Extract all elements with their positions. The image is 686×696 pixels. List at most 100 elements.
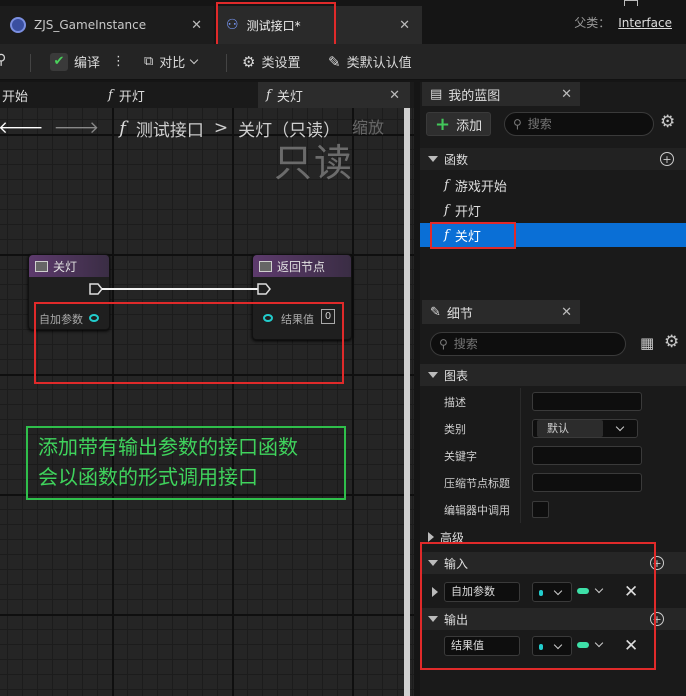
- expand-arrow-icon: [428, 532, 434, 542]
- parent-class-link[interactable]: Interface: [618, 16, 672, 30]
- close-icon[interactable]: ✕: [561, 305, 572, 320]
- graph-tab-label: 开始: [2, 89, 29, 105]
- settings-gear-icon[interactable]: ⚙: [660, 112, 675, 132]
- graph-editor[interactable]: 🡐 🡒 f 测试接口 > 关灯（只读） 缩放 只读 关灯 自加参数 返回节点 结…: [0, 108, 414, 696]
- prop-description: 描述: [420, 388, 686, 415]
- class-defaults-button[interactable]: ✎ 类默认认值: [328, 52, 412, 72]
- function-node-icon: [259, 260, 272, 272]
- tab-label: ZJS_GameInstance: [34, 18, 147, 32]
- functions-category[interactable]: 函数 +: [420, 148, 686, 170]
- highlight-box-pins: [34, 302, 344, 384]
- node-title: 返回节点: [277, 259, 326, 274]
- table-view-icon[interactable]: ▦: [640, 334, 654, 352]
- function-item[interactable]: f 开灯: [420, 198, 686, 222]
- class-settings-label: 类设置: [261, 56, 301, 71]
- right-panel: ▤ 我的蓝图 ✕ + 添加 ⚲ ⚙ 函数 + f 游戏开始 f 开灯 f 关灯 …: [420, 82, 686, 696]
- prop-keywords: 关键字: [420, 442, 686, 469]
- close-icon[interactable]: ✕: [389, 88, 400, 103]
- function-node-icon: [35, 260, 48, 272]
- add-label: 添加: [456, 118, 483, 134]
- graph-tab-light-off[interactable]: f 关灯 ✕: [258, 82, 410, 108]
- search-icon: ⚲: [439, 337, 448, 351]
- my-blueprint-tab[interactable]: ▤ 我的蓝图 ✕: [422, 82, 580, 106]
- search-field[interactable]: [453, 337, 574, 351]
- node-header: 关灯: [29, 255, 109, 277]
- function-icon: f: [108, 87, 113, 103]
- function-icon: f: [444, 177, 449, 193]
- breadcrumb-separator: >: [213, 118, 229, 138]
- function-icon: f: [119, 117, 126, 139]
- tab-game-instance[interactable]: ZJS_GameInstance ✕: [0, 6, 214, 44]
- close-icon[interactable]: ✕: [561, 87, 572, 102]
- category-value: 默认: [537, 420, 603, 437]
- prop-label: 描述: [444, 395, 466, 409]
- add-function-icon[interactable]: +: [660, 152, 674, 166]
- pencil-icon: ✎: [328, 52, 341, 71]
- function-label: 开灯: [454, 204, 481, 220]
- panel-title: 细节: [446, 306, 473, 322]
- details-search-input[interactable]: ⚲: [430, 332, 626, 356]
- highlight-box-io: [420, 542, 656, 670]
- graph-tab-label: 关灯: [276, 89, 303, 105]
- zoom-label: 缩放: [352, 118, 385, 137]
- compile-button[interactable]: ✔ 编译 ⋮: [50, 52, 125, 71]
- toolbar: ⚲ ✔ 编译 ⋮ ⧉ 对比 ⚙ 类设置 ✎ 类默认认值: [0, 44, 686, 80]
- book-icon: ▤: [430, 86, 443, 102]
- browse-button[interactable]: ⚲: [0, 52, 6, 68]
- read-only-watermark: 只读: [274, 141, 355, 185]
- more-options-icon[interactable]: ⋮: [112, 54, 125, 69]
- chevron-down-icon: [615, 422, 625, 432]
- compact-title-field[interactable]: [532, 473, 642, 492]
- breadcrumb-root[interactable]: 测试接口: [136, 116, 204, 141]
- back-arrow-icon[interactable]: 🡐: [0, 118, 44, 138]
- details-tab[interactable]: ✎ 细节 ✕: [422, 300, 580, 324]
- divider: [30, 54, 31, 72]
- add-button[interactable]: + 添加: [426, 112, 492, 136]
- prop-label: 关键字: [444, 449, 477, 463]
- graph-tab-light-on[interactable]: f 开灯: [100, 82, 250, 108]
- blueprint-icon: [10, 17, 26, 33]
- forward-arrow-icon[interactable]: 🡒: [54, 118, 100, 138]
- plus-icon: +: [435, 113, 451, 135]
- function-item[interactable]: f 游戏开始: [420, 173, 686, 197]
- description-field[interactable]: [532, 392, 642, 411]
- function-icon: f: [444, 202, 449, 218]
- close-icon[interactable]: ✕: [399, 18, 410, 33]
- graph-tab-label: 开灯: [118, 89, 145, 105]
- panel-title: 我的蓝图: [448, 88, 501, 104]
- prop-label: 压缩节点标题: [444, 476, 510, 490]
- prop-label: 编辑器中调用: [444, 503, 510, 517]
- prop-compact-title: 压缩节点标题: [420, 469, 686, 496]
- pencil-icon: ✎: [430, 304, 441, 320]
- close-icon[interactable]: ✕: [191, 18, 202, 33]
- diff-button[interactable]: ⧉ 对比: [144, 52, 199, 71]
- blueprint-search-input[interactable]: ⚲: [504, 112, 654, 136]
- compile-label: 编译: [74, 56, 101, 71]
- graph-category[interactable]: 图表: [420, 364, 686, 386]
- category-dropdown[interactable]: 默认: [532, 419, 638, 438]
- parent-class-label: 父类：: [574, 16, 611, 30]
- call-in-editor-checkbox[interactable]: [532, 501, 549, 518]
- diff-icon: ⧉: [144, 54, 154, 69]
- collapse-arrow-icon: [428, 372, 438, 378]
- exec-wire: [89, 283, 271, 295]
- class-defaults-label: 类默认认值: [346, 56, 412, 71]
- search-field[interactable]: [527, 117, 648, 131]
- keywords-field[interactable]: [532, 446, 642, 465]
- column-divider: [520, 388, 521, 523]
- collapse-arrow-icon: [428, 156, 438, 162]
- parent-class: 父类： Interface: [574, 14, 672, 31]
- chevron-down-icon: [190, 55, 199, 64]
- annotation-note: 添加带有输出参数的接口函数 会以函数的形式调用接口: [26, 426, 346, 500]
- highlight-box-function: [430, 222, 516, 249]
- graph-border: [404, 108, 410, 696]
- restore-window-icon[interactable]: [624, 0, 638, 6]
- class-settings-button[interactable]: ⚙ 类设置: [242, 52, 301, 72]
- category-label: 函数: [444, 152, 469, 167]
- graph-tab-begin[interactable]: 开始: [0, 82, 94, 108]
- graph-tab-bar: 开始 f 开灯 f 关灯 ✕: [0, 82, 414, 108]
- highlight-box-tab: [216, 2, 336, 46]
- document-tab-bar: ZJS_GameInstance ✕ ⚇ 测试接口* ✕ 父类： Interfac…: [0, 0, 686, 46]
- settings-gear-icon[interactable]: ⚙: [664, 332, 679, 352]
- divider: [226, 54, 227, 72]
